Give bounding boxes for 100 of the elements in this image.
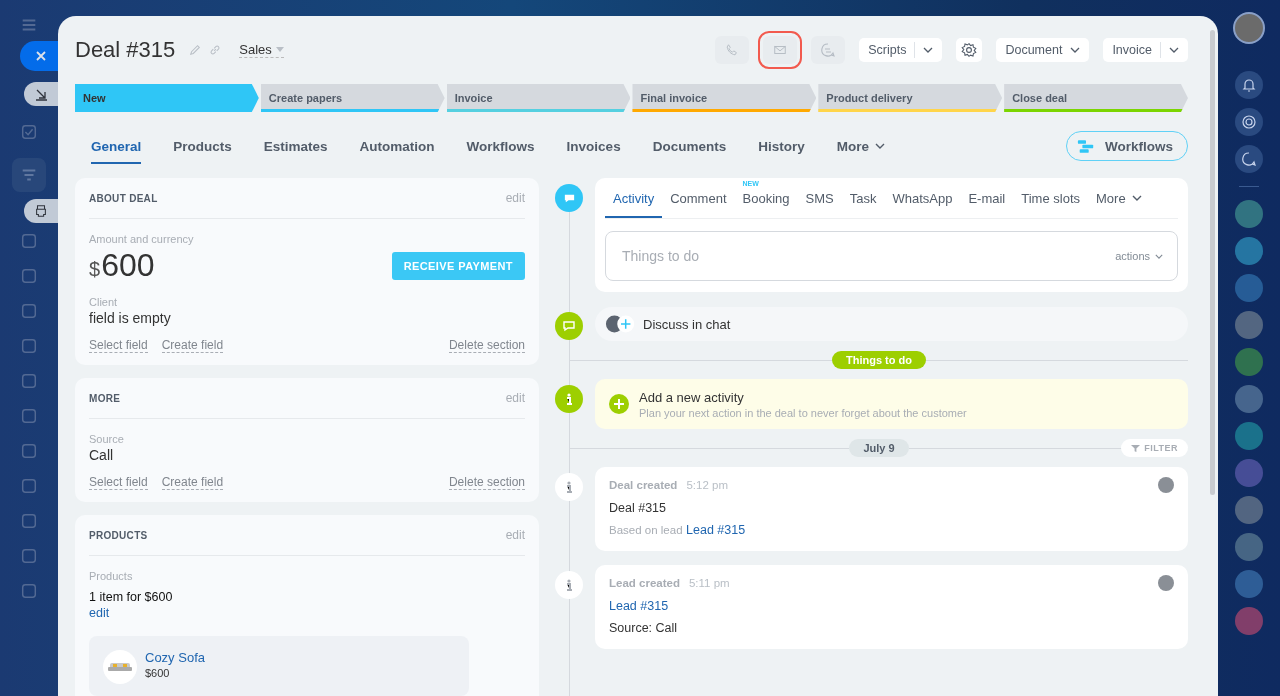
composer-tab[interactable]: Comment	[662, 178, 735, 218]
event-text: Source: Call	[609, 621, 679, 635]
notifications-button[interactable]	[1235, 71, 1263, 99]
avatar[interactable]	[1233, 12, 1265, 44]
todo-input-field[interactable]: Things to do actions	[605, 231, 1178, 281]
field-action-link[interactable]: Create field	[161, 475, 224, 490]
header-dropdown-button[interactable]: Invoice	[1103, 38, 1188, 62]
avatar-add-icon	[605, 314, 637, 334]
composer-tab[interactable]: Time slots	[1013, 178, 1088, 218]
event-title: Lead created	[609, 577, 680, 589]
actions-dropdown[interactable]: actions	[1115, 250, 1163, 262]
tab[interactable]: General	[91, 128, 142, 164]
info-icon	[555, 385, 583, 413]
sofa-icon	[103, 650, 137, 684]
tab[interactable]: Automation	[343, 128, 451, 164]
field-value: 1 item for $600	[89, 590, 174, 604]
comment-icon	[555, 184, 583, 212]
tab[interactable]: Products	[157, 128, 248, 164]
chevron-down-icon	[1169, 47, 1179, 53]
composer-tab[interactable]: More	[1088, 178, 1150, 218]
lead-link[interactable]: Lead #315	[609, 599, 1174, 613]
tab[interactable]: Documents	[636, 128, 743, 164]
chevron-down-icon	[874, 143, 885, 149]
field-action-link[interactable]: Select field	[89, 338, 148, 353]
chevron-down-icon	[1131, 195, 1142, 201]
contact-avatar[interactable]	[1235, 533, 1263, 561]
contact-avatar[interactable]	[1235, 348, 1263, 376]
edit-link[interactable]: edit	[89, 606, 525, 620]
contact-avatar[interactable]	[1235, 200, 1263, 228]
event-title: Deal created	[609, 479, 678, 491]
settings-icon	[961, 42, 978, 58]
event-text: Deal #315	[609, 501, 667, 515]
add-activity-card[interactable]: Add a new activity Plan your next action in the deal to never forget about the customer	[595, 379, 1188, 429]
contact-avatar[interactable]	[1235, 274, 1263, 302]
header-dropdown-button[interactable]: Scripts	[859, 38, 943, 62]
chevron-down-icon	[1070, 47, 1081, 53]
pipeline-selector[interactable]: Sales	[239, 42, 284, 58]
deal-title: Deal #315	[75, 37, 176, 63]
link-icon[interactable]	[209, 44, 222, 56]
field-label: Amount and currency	[89, 233, 195, 245]
add-activity-title: Add a new activity	[639, 389, 745, 405]
contact-avatar[interactable]	[1235, 237, 1263, 265]
header-dropdown-button[interactable]: Document	[996, 38, 1090, 62]
stage-step[interactable]: Close deal	[1004, 84, 1188, 112]
contact-avatar[interactable]	[1235, 311, 1263, 339]
target-icon[interactable]	[20, 302, 38, 320]
stage-step[interactable]: Create papers	[260, 84, 445, 112]
delete-section-link[interactable]: Delete section	[448, 475, 525, 490]
lead-link[interactable]: Lead #315	[686, 523, 746, 537]
more-menu[interactable]: More	[820, 128, 901, 164]
chat-button[interactable]	[1235, 145, 1263, 173]
printer-icon	[34, 204, 48, 218]
tab[interactable]: History	[742, 128, 821, 164]
stage-step[interactable]: Final invoice	[632, 84, 817, 112]
section-title: ABOUT DEAL	[89, 192, 158, 204]
close-icon	[35, 50, 47, 62]
info-icon	[555, 473, 583, 501]
composer-tab[interactable]: Activity	[605, 178, 663, 218]
tab[interactable]: Estimates	[247, 128, 344, 164]
stage-step[interactable]: Invoice	[446, 84, 631, 112]
discuss-in-chat-button[interactable]: Discuss in chat	[595, 307, 1188, 341]
tab[interactable]: Invoices	[550, 128, 637, 164]
phone-button[interactable]	[715, 36, 750, 64]
delete-section-link[interactable]: Delete section	[448, 338, 525, 353]
plus-icon	[609, 394, 629, 414]
field-value: field is empty	[89, 310, 172, 326]
add-activity-hint: Plan your next action in the deal to never forget about the customer	[639, 406, 967, 419]
product-name[interactable]: Cozy Sofa	[145, 650, 205, 665]
product-price: $600	[145, 667, 171, 679]
info-icon	[555, 571, 583, 599]
tab[interactable]: Workflows	[450, 128, 551, 164]
event-time: 5:12 pm	[686, 479, 728, 491]
print-button[interactable]	[24, 199, 58, 223]
checkbox-icon[interactable]	[20, 123, 38, 141]
avatar	[1158, 477, 1174, 493]
filter-icon[interactable]	[12, 158, 46, 192]
stage-step[interactable]: New	[75, 84, 259, 112]
contact-avatar[interactable]	[1235, 496, 1263, 524]
composer-tab[interactable]: WhatsApp	[884, 178, 961, 218]
settings-button[interactable]	[956, 38, 983, 62]
section-title: MORE	[89, 392, 121, 404]
section-badge: Things to do	[832, 351, 926, 369]
avatar	[1158, 575, 1174, 591]
target-button[interactable]	[1235, 108, 1263, 136]
composer-tab[interactable]: E-mail	[960, 178, 1014, 218]
contact-avatar[interactable]	[1235, 459, 1263, 487]
field-value: Call	[89, 447, 115, 463]
composer-tab[interactable]: Task	[841, 178, 885, 218]
contact-avatar[interactable]	[1235, 422, 1263, 450]
stage-step[interactable]: Product delivery	[818, 84, 1003, 112]
minimize-button[interactable]	[24, 82, 58, 106]
composer-tab[interactable]: SMS	[797, 178, 842, 218]
arrow-down-right-icon	[34, 87, 48, 101]
field-action-link[interactable]: Create field	[161, 338, 224, 353]
contact-avatar[interactable]	[1235, 385, 1263, 413]
contact-avatar[interactable]	[1235, 570, 1263, 598]
filter-icon	[1131, 443, 1141, 453]
field-action-link[interactable]: Select field	[89, 475, 148, 490]
contact-avatar[interactable]	[1235, 607, 1263, 635]
bell-icon	[1241, 77, 1257, 93]
